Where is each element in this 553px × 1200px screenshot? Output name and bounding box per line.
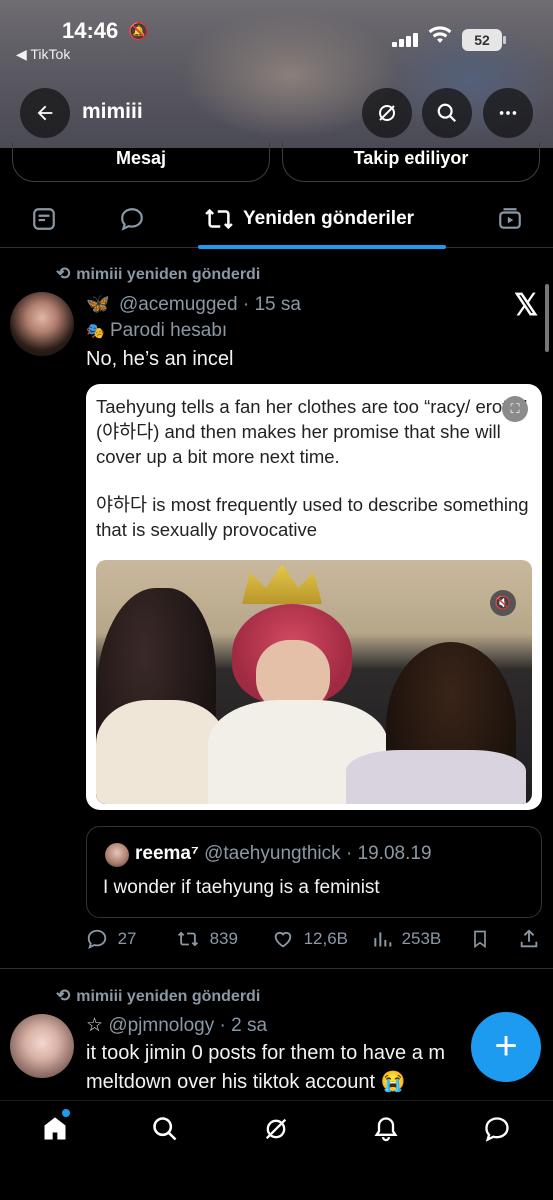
back-button[interactable] — [20, 88, 70, 138]
post-text: No, he’s an incel — [86, 348, 234, 370]
search-icon — [151, 1113, 179, 1143]
x-logo-icon[interactable]: 𝕏 — [514, 288, 538, 323]
repost-count: 839 — [209, 929, 238, 948]
post-actions: 27 839 12,6B 253B — [86, 928, 546, 954]
post-time: 15 sa — [254, 294, 301, 315]
top-nav: mimiii — [0, 88, 553, 138]
search-icon — [436, 100, 458, 125]
silent-bell-icon: 🔕 — [128, 22, 150, 41]
like-button[interactable]: 12,6B — [272, 928, 348, 951]
share-icon — [518, 928, 540, 950]
repost-button[interactable]: 839 — [176, 928, 238, 951]
grok-button[interactable] — [362, 88, 412, 138]
post-author-line[interactable]: 🦋 @acemugged · 15 sa — [86, 292, 301, 316]
compose-icon: + — [494, 1024, 518, 1068]
repost-icon — [176, 928, 206, 950]
battery-indicator: 52 — [462, 29, 506, 51]
bookmark-button[interactable] — [470, 928, 494, 951]
quoted-avatar — [105, 843, 129, 867]
scrollbar[interactable] — [545, 284, 549, 352]
quoted-name: reema⁷ — [135, 843, 199, 864]
author-handle[interactable]: @pjmnology — [108, 1015, 214, 1036]
back-arrow-icon — [34, 100, 56, 125]
quoted-text: I wonder if taehyung is a feminist — [103, 877, 380, 898]
video-thumbnail[interactable] — [96, 560, 532, 804]
profile-tabs: Yeniden gönderiler — [0, 194, 553, 249]
parody-badge: 🎭 Parodi hesabı — [86, 320, 227, 342]
status-bar: 14:46 🔕 ◀ TikTok 52 — [0, 0, 553, 70]
search-button[interactable] — [422, 88, 472, 138]
active-tab-indicator — [198, 245, 446, 249]
mask-emoji: 🎭 — [86, 323, 105, 340]
more-icon — [497, 100, 519, 125]
post-time: 2 sa — [231, 1015, 268, 1036]
quoted-author-line: reema⁷ @taehyungthick · 19.08.19 — [135, 843, 432, 864]
back-to-app-link[interactable]: ◀ TikTok — [16, 46, 70, 63]
expand-icon[interactable]: ⛶ — [502, 396, 528, 422]
quoted-handle: @taehyungthick — [204, 843, 341, 864]
butterfly-emoji: 🦋 — [86, 294, 110, 315]
view-count: 253B — [401, 929, 442, 948]
author-handle[interactable]: @acemugged — [119, 294, 238, 315]
avatar[interactable] — [10, 1014, 74, 1078]
card-paragraph-2: 야하다 is most frequently used to describe … — [96, 494, 529, 540]
repost-icon: ⟲ — [56, 264, 71, 283]
attached-image-card[interactable]: Taehyung tells a fan her clothes are too… — [86, 384, 542, 810]
following-button[interactable]: Takip ediliyor — [282, 142, 540, 182]
tab-media[interactable] — [496, 206, 524, 234]
post-author-line[interactable]: ☆ @pjmnology · 2 sa — [86, 1014, 267, 1037]
bell-icon — [372, 1113, 400, 1143]
wifi-icon — [428, 26, 452, 50]
nav-grok[interactable] — [259, 1111, 293, 1145]
repost-indicator: ⟲ mimiii yeniden gönderdi — [56, 264, 260, 284]
nav-notifications[interactable] — [369, 1111, 403, 1145]
profile-actions: Mesaj Takip ediliyor — [0, 142, 553, 182]
more-button[interactable] — [483, 88, 533, 138]
page-title: mimiii — [82, 100, 143, 123]
like-icon — [272, 928, 300, 950]
reply-count: 27 — [117, 929, 137, 948]
tab-reposts-label: Yeniden gönderiler — [243, 208, 415, 229]
quoted-date: 19.08.19 — [357, 843, 432, 864]
repost-icon — [204, 204, 234, 241]
avatar[interactable] — [10, 292, 74, 356]
views-button[interactable]: 253B — [372, 928, 441, 951]
compose-button[interactable]: + — [471, 1012, 541, 1082]
bottom-nav — [0, 1100, 553, 1200]
repost-icon: ⟲ — [56, 986, 71, 1005]
star-emoji: ☆ — [86, 1015, 104, 1036]
nav-search[interactable] — [148, 1111, 182, 1145]
share-button[interactable] — [518, 928, 544, 951]
bookmark-icon — [470, 928, 490, 950]
reply-icon — [86, 928, 114, 950]
post-divider — [0, 968, 553, 969]
quoted-post[interactable]: reema⁷ @taehyungthick · 19.08.19 I wonde… — [86, 826, 542, 918]
cellular-signal-icon — [392, 31, 420, 47]
grok-icon — [375, 100, 399, 125]
repost-label: mimiii yeniden gönderdi — [76, 988, 261, 1005]
tab-posts[interactable] — [30, 206, 58, 234]
tab-reposts[interactable]: Yeniden gönderiler — [198, 194, 446, 249]
like-count: 12,6B — [303, 929, 348, 948]
card-paragraph-1: Taehyung tells a fan her clothes are too… — [96, 396, 527, 467]
grok-icon — [262, 1113, 290, 1143]
reply-button[interactable]: 27 — [86, 928, 136, 951]
views-icon — [372, 928, 398, 950]
messages-icon — [483, 1113, 511, 1143]
parody-label: Parodi hesabı — [109, 320, 228, 341]
post-text-line-2: meltdown over his tiktok account 😭 — [86, 1071, 406, 1093]
notification-dot — [62, 1109, 70, 1117]
tab-replies[interactable] — [118, 206, 146, 234]
home-icon — [41, 1113, 69, 1143]
message-button[interactable]: Mesaj — [12, 142, 270, 182]
status-time: 14:46 — [62, 18, 119, 43]
post-text-line-1: it took jimin 0 posts for them to have a… — [86, 1042, 446, 1064]
repost-indicator: ⟲ mimiii yeniden gönderdi — [56, 986, 260, 1006]
repost-label: mimiii yeniden gönderdi — [76, 266, 261, 283]
mute-icon[interactable]: 🔇 — [490, 590, 516, 616]
nav-messages[interactable] — [480, 1111, 514, 1145]
